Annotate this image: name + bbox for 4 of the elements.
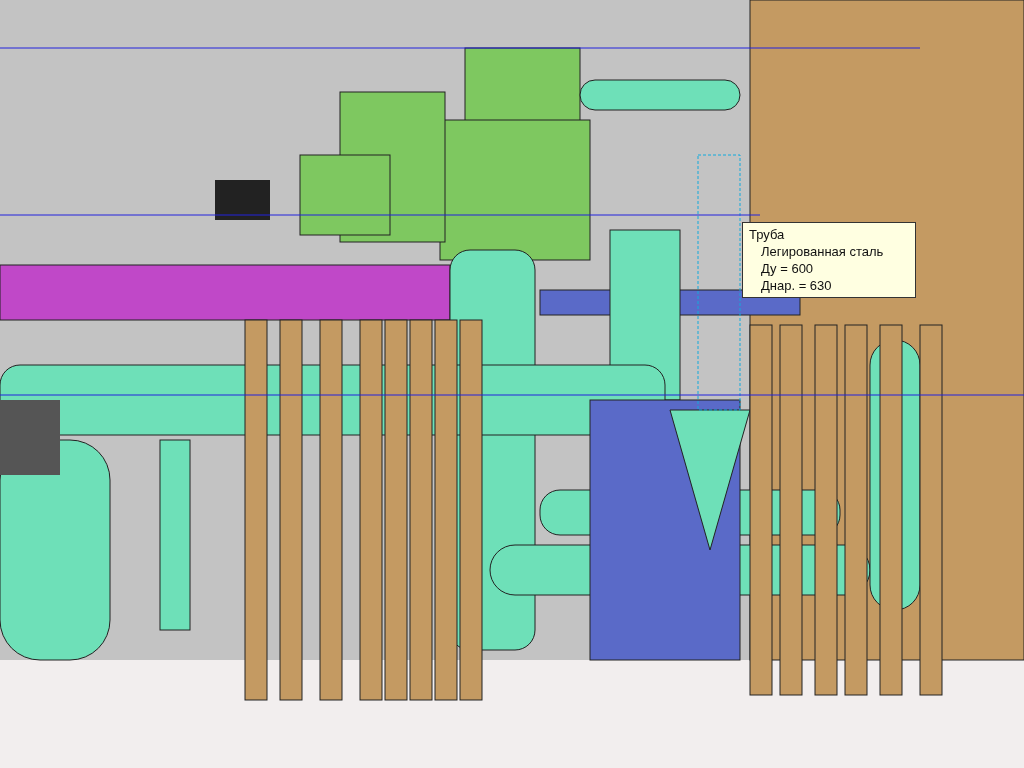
tooltip-title: Труба [749, 227, 786, 242]
tooltip-line: Днар. = 630 [760, 278, 833, 293]
tooltip-line: Легированная сталь [760, 244, 885, 259]
tooltip-line: Ду = 600 [760, 261, 815, 276]
